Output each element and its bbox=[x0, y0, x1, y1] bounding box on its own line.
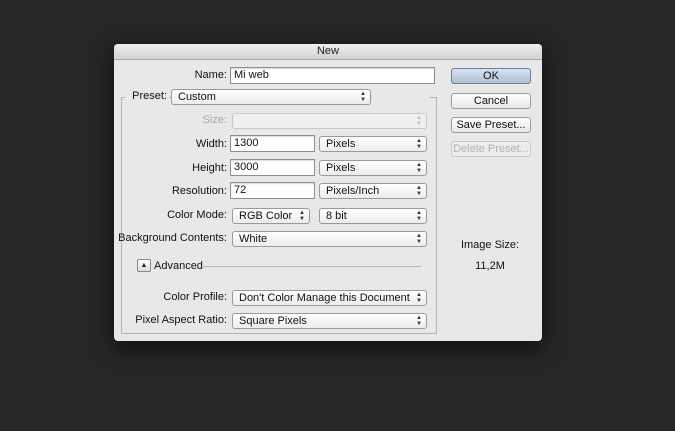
new-document-dialog: New Name: Mi web Preset: Custom ▲ ▼ Size:… bbox=[114, 44, 542, 341]
width-unit-value: Pixels bbox=[326, 138, 356, 150]
up-down-arrows-icon: ▲ ▼ bbox=[416, 292, 422, 304]
color-profile-label: Color Profile: bbox=[163, 291, 227, 303]
height-label: Height: bbox=[192, 162, 227, 174]
up-down-arrows-icon: ▲ ▼ bbox=[416, 210, 422, 222]
delete-preset-button[interactable]: Delete Preset... bbox=[451, 141, 531, 157]
background-contents-label: Background Contents: bbox=[118, 232, 227, 244]
resolution-input[interactable]: 72 bbox=[230, 182, 315, 199]
up-down-arrows-icon: ▲ ▼ bbox=[299, 210, 305, 222]
up-down-arrows-icon: ▲ ▼ bbox=[416, 115, 422, 127]
resolution-unit-select[interactable]: Pixels/Inch ▲ ▼ bbox=[319, 183, 427, 199]
size-label: Size: bbox=[202, 114, 227, 126]
preset-select[interactable]: Custom ▲ ▼ bbox=[171, 89, 371, 105]
preset-divider bbox=[372, 97, 430, 98]
width-unit-select[interactable]: Pixels ▲ ▼ bbox=[319, 136, 427, 152]
advanced-label: Advanced bbox=[154, 260, 203, 272]
bit-depth-value: 8 bit bbox=[326, 210, 347, 222]
up-down-arrows-icon: ▲ ▼ bbox=[416, 233, 422, 245]
name-label: Name: bbox=[194, 69, 227, 81]
triangle-up-icon: ▲ bbox=[140, 262, 148, 269]
color-mode-select[interactable]: RGB Color ▲ ▼ bbox=[232, 208, 310, 224]
dialog-title: New bbox=[114, 44, 542, 60]
bit-depth-select[interactable]: 8 bit ▲ ▼ bbox=[319, 208, 427, 224]
height-unit-value: Pixels bbox=[326, 162, 356, 174]
up-down-arrows-icon: ▲ ▼ bbox=[416, 138, 422, 150]
save-preset-button[interactable]: Save Preset... bbox=[451, 117, 531, 133]
preset-label: Preset: bbox=[125, 88, 169, 104]
color-mode-label: Color Mode: bbox=[167, 209, 227, 221]
advanced-disclosure-button[interactable]: ▲ bbox=[137, 259, 151, 272]
color-profile-select[interactable]: Don't Color Manage this Document ▲ ▼ bbox=[232, 290, 427, 306]
cancel-button[interactable]: Cancel bbox=[451, 93, 531, 109]
resolution-label: Resolution: bbox=[171, 185, 227, 197]
image-size-label: Image Size: bbox=[460, 239, 520, 251]
width-label: Width: bbox=[195, 138, 227, 150]
up-down-arrows-icon: ▲ ▼ bbox=[360, 91, 366, 103]
pixel-aspect-ratio-select[interactable]: Square Pixels ▲ ▼ bbox=[232, 313, 427, 329]
height-unit-select[interactable]: Pixels ▲ ▼ bbox=[319, 160, 427, 176]
up-down-arrows-icon: ▲ ▼ bbox=[416, 185, 422, 197]
color-mode-value: RGB Color bbox=[239, 210, 293, 222]
color-profile-value: Don't Color Manage this Document bbox=[239, 292, 410, 304]
ok-button[interactable]: OK bbox=[451, 68, 531, 84]
up-down-arrows-icon: ▲ ▼ bbox=[416, 162, 422, 174]
height-input[interactable]: 3000 bbox=[230, 159, 315, 176]
background-contents-select[interactable]: White ▲ ▼ bbox=[232, 231, 427, 247]
preset-select-value: Custom bbox=[178, 91, 216, 103]
background-contents-value: White bbox=[239, 233, 268, 245]
resolution-unit-value: Pixels/Inch bbox=[326, 185, 380, 197]
image-size-value: 11,2M bbox=[475, 260, 505, 272]
width-input[interactable]: 1300 bbox=[230, 135, 315, 152]
name-input[interactable]: Mi web bbox=[230, 67, 435, 84]
advanced-divider bbox=[203, 266, 421, 267]
pixel-aspect-ratio-value: Square Pixels bbox=[239, 315, 307, 327]
up-down-arrows-icon: ▲ ▼ bbox=[416, 315, 422, 327]
size-select[interactable]: ▲ ▼ bbox=[232, 113, 427, 129]
pixel-aspect-ratio-label: Pixel Aspect Ratio: bbox=[135, 314, 227, 326]
